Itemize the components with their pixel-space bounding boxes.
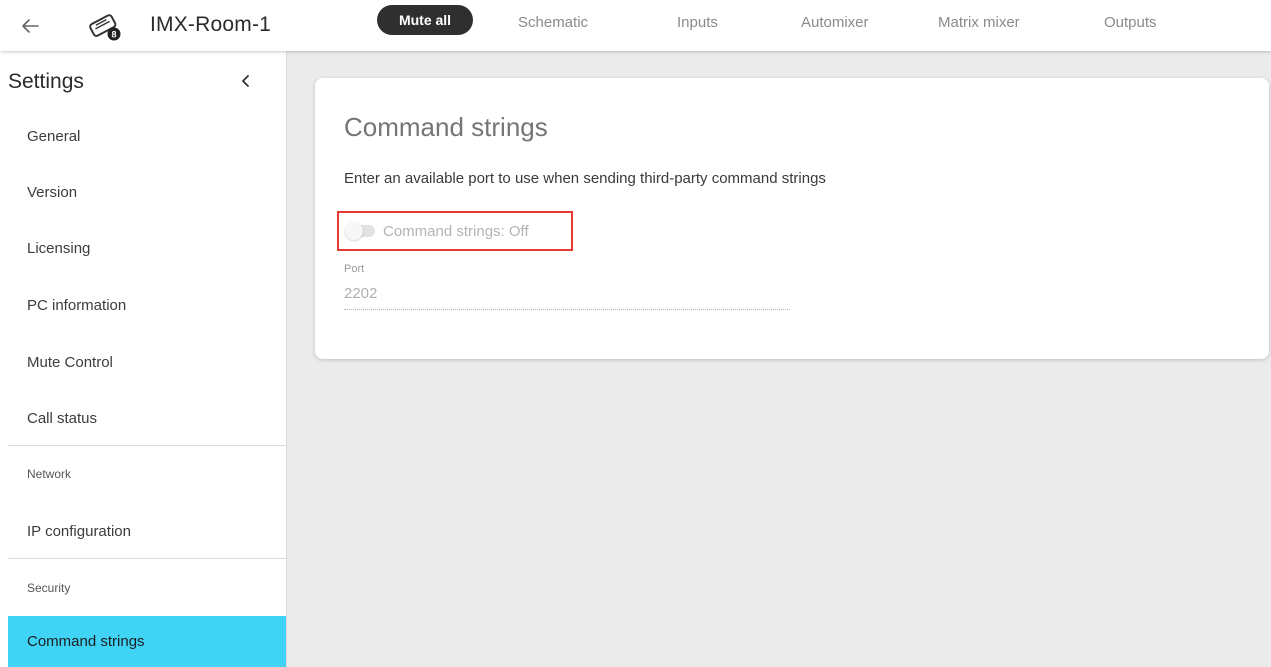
sidebar-section-network: Network (27, 467, 72, 481)
tab-schematic[interactable]: Schematic (518, 14, 588, 31)
sidebar-item-licensing[interactable]: Licensing (8, 220, 286, 276)
toggle-label: Command strings: Off (383, 222, 529, 240)
sidebar-section-security: Security (27, 581, 71, 595)
device-icon: 8 (89, 14, 121, 41)
mute-all-button[interactable]: Mute all (377, 5, 473, 35)
tab-inputs[interactable]: Inputs (677, 14, 718, 31)
settings-sidebar: Settings General Version Licensing PC in… (0, 51, 287, 667)
back-arrow-icon (22, 19, 39, 33)
tab-outputs[interactable]: Outputs (1104, 14, 1157, 31)
sidebar-divider (8, 445, 286, 446)
sidebar-item-version[interactable]: Version (8, 164, 286, 220)
sidebar-item-general[interactable]: General (8, 108, 286, 164)
sidebar-item-command-strings[interactable]: Command strings (8, 616, 286, 667)
sidebar-item-mute-control[interactable]: Mute Control (8, 334, 286, 390)
sidebar-item-ip-configuration[interactable]: IP configuration (8, 503, 286, 559)
port-input[interactable]: 2202 (344, 285, 377, 302)
toggle-knob (345, 222, 363, 240)
command-strings-toggle[interactable]: Command strings: Off (337, 211, 573, 251)
top-bar: 8 IMX-Room-1 Mute all Schematic Inputs A… (0, 0, 1271, 51)
tab-automixer[interactable]: Automixer (801, 14, 869, 31)
port-label: Port (344, 263, 365, 275)
chevron-left-icon (242, 75, 249, 87)
tab-matrix-mixer[interactable]: Matrix mixer (938, 14, 1020, 31)
back-arrow-button[interactable] (16, 13, 44, 39)
sidebar-item-call-status[interactable]: Call status (8, 390, 286, 446)
page-title: Command strings (344, 112, 548, 142)
device-badge: 8 (111, 30, 116, 40)
port-input-underline (344, 309, 790, 310)
sidebar-divider (8, 558, 286, 559)
toggle-switch[interactable] (345, 222, 375, 240)
device-name: IMX-Room-1 (150, 13, 272, 36)
sidebar-item-pc-information[interactable]: PC information (8, 277, 286, 333)
collapse-sidebar-button[interactable] (236, 69, 256, 93)
sidebar-title: Settings (8, 70, 84, 93)
command-strings-card: Command strings Enter an available port … (315, 78, 1269, 359)
page-description: Enter an available port to use when send… (344, 170, 826, 187)
